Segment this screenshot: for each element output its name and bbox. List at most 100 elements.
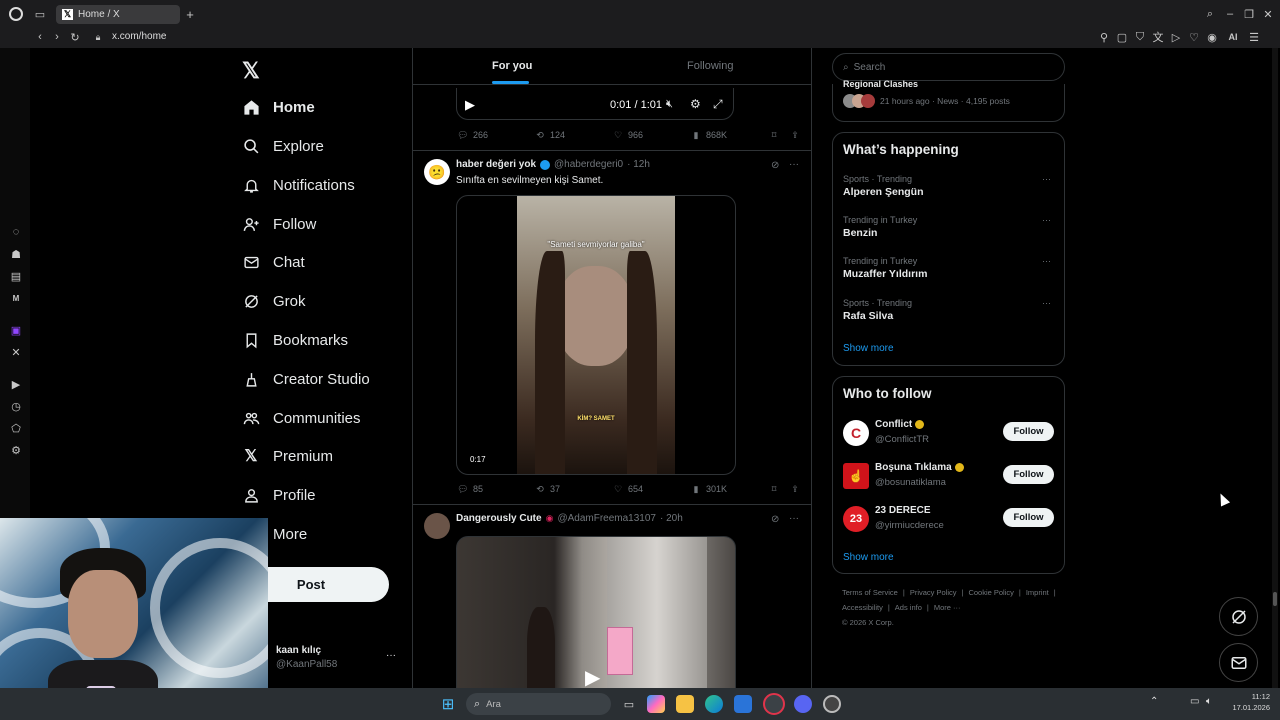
opera-taskbar-icon[interactable] [763, 693, 785, 715]
clock[interactable]: 11:12 17.01.2026 [1226, 692, 1270, 712]
avatar[interactable] [424, 513, 450, 539]
news-card[interactable]: Regional Clashes 21 hours ago · News · 4… [832, 79, 1065, 122]
author-handle[interactable]: @haberdegeri0 [554, 159, 623, 170]
trend-more-icon[interactable]: ··· [1042, 174, 1051, 184]
bookmark-action[interactable]: ⌑ [768, 129, 780, 141]
store-icon[interactable] [734, 695, 752, 713]
footer-link-cookie[interactable]: Cookie Policy [968, 588, 1013, 597]
views-action[interactable]: ▮ 868K [690, 129, 728, 141]
account-icon[interactable]: ◉ [1206, 31, 1218, 44]
new-tab-icon[interactable]: + [184, 7, 196, 22]
sidebar-twitch-icon[interactable]: ▣ [10, 324, 22, 337]
back-icon[interactable]: ‹ [34, 31, 46, 43]
maximize-icon[interactable]: ❐ [1243, 8, 1255, 21]
task-view-icon[interactable]: ▭ [620, 695, 638, 713]
tweet-haber-degeri-yok[interactable]: 😕 haber değeri yok @haberdegeri0 · 12h ⊘… [413, 151, 811, 505]
follow-button[interactable]: Follow [1003, 465, 1054, 484]
search-input[interactable]: Search [854, 62, 886, 73]
share-action[interactable]: ⇪ [789, 129, 801, 141]
video-settings-icon[interactable]: ⚙ [690, 97, 701, 111]
sidebar-settings-icon[interactable]: ⚙ [10, 444, 22, 457]
trend-item[interactable]: Sports · Trending Rafa Silva ··· [843, 298, 1056, 328]
nav-item-chat[interactable]: Chat [242, 250, 305, 274]
pin-icon[interactable]: ⚲ [1098, 31, 1110, 44]
trend-more-icon[interactable]: ··· [1042, 256, 1051, 266]
nav-item-bookmarks[interactable]: Bookmarks [242, 328, 348, 352]
tweet-media[interactable]: "Sameti sevmiyorlar galiba" KİM? SAMET 0… [456, 195, 736, 475]
share-action[interactable]: ⇪ [789, 483, 801, 495]
close-window-icon[interactable]: ✕ [1262, 8, 1274, 21]
grok-explain-icon[interactable]: ⊘ [771, 160, 779, 171]
avatar[interactable]: C [843, 420, 869, 446]
like-action[interactable]: ♡ 654 [612, 483, 643, 495]
show-more-link[interactable]: Show more [843, 343, 894, 354]
tray-chevron-icon[interactable]: ⌃ [1150, 696, 1158, 707]
follow-suggestion[interactable]: ☝ Boşuna Tıklama @bosunatiklama Follow [843, 461, 1056, 491]
ai-icon[interactable]: AI [1224, 31, 1242, 43]
mute-icon[interactable]: 🔇︎ [666, 98, 673, 111]
nav-item-profile[interactable]: Profile [242, 483, 316, 507]
footer-link-more[interactable]: More ··· [934, 603, 961, 612]
trend-more-icon[interactable]: ··· [1042, 298, 1051, 308]
play-icon[interactable]: ▶ [465, 97, 475, 113]
views-action[interactable]: ▮ 301K [690, 483, 728, 495]
sidebar-bot-icon[interactable]: ☗ [10, 248, 22, 261]
grok-float-button[interactable] [1219, 597, 1258, 636]
network-icon[interactable]: ▭ [1190, 696, 1199, 707]
scrollbar-thumb[interactable] [1273, 592, 1277, 606]
nav-item-grok[interactable]: Grok [242, 289, 306, 313]
sidebar-x-icon[interactable]: ✕ [10, 346, 22, 359]
nav-item-premium[interactable]: 𝕏 Premium [242, 444, 333, 468]
account-switcher[interactable]: kaan kılıç @KaanPall58 ··· [270, 640, 410, 674]
trend-item[interactable]: Trending in Turkey Benzin ··· [843, 215, 1056, 245]
like-action[interactable]: ♡ 966 [612, 129, 643, 141]
browser-tab-home[interactable]: 𝕏 Home / X [56, 5, 180, 24]
tab-for-you[interactable]: For you [492, 60, 532, 72]
messages-float-button[interactable] [1219, 643, 1258, 682]
follow-button[interactable]: Follow [1003, 422, 1054, 441]
trend-more-icon[interactable]: ··· [1042, 215, 1051, 225]
footer-link-privacy[interactable]: Privacy Policy [910, 588, 957, 597]
footer-link-terms[interactable]: Terms of Service [842, 588, 898, 597]
app-icon[interactable] [823, 695, 841, 713]
reply-action[interactable]: 💬︎ 266 [457, 129, 488, 141]
sidebar-history-icon[interactable]: ◷ [10, 400, 22, 413]
nav-item-explore[interactable]: Explore [242, 134, 324, 158]
taskbar-search[interactable]: ⌕ Ara [466, 693, 611, 715]
forward-icon[interactable]: › [51, 31, 63, 43]
taskbar-search-input[interactable]: Ara [486, 699, 501, 710]
translate-icon[interactable]: 文 [1152, 31, 1164, 44]
tab-following[interactable]: Following [687, 60, 733, 72]
tweet-media[interactable]: ▶ [456, 536, 736, 688]
opera-logo-icon[interactable] [9, 7, 23, 21]
footer-link-ads[interactable]: Ads info [895, 603, 922, 612]
play-icon[interactable]: ▶ [585, 665, 600, 688]
fullscreen-icon[interactable]: ⤢ [713, 97, 723, 112]
minimize-icon[interactable]: – [1224, 8, 1236, 20]
nav-item-home[interactable]: Home [242, 95, 315, 119]
send-icon[interactable]: ▷ [1170, 31, 1182, 44]
sidebar-player-icon[interactable]: ▶ [10, 378, 22, 391]
repost-action[interactable]: ⟲ 37 [534, 483, 560, 495]
sidebar-m-icon[interactable]: M [10, 292, 22, 304]
sidebar-aria-icon[interactable]: ◌ [10, 226, 22, 238]
page-scrollbar[interactable] [1272, 48, 1278, 688]
sidebar-extensions-icon[interactable]: ⬠ [10, 422, 22, 435]
edge-icon[interactable] [705, 695, 723, 713]
avatar[interactable]: 😕 [424, 159, 450, 185]
nav-item-communities[interactable]: Communities [242, 406, 361, 430]
file-explorer-icon[interactable] [676, 695, 694, 713]
footer-link-accessibility[interactable]: Accessibility [842, 603, 883, 612]
shield-icon[interactable]: ⛉ [1134, 31, 1146, 43]
follow-suggestion[interactable]: C Conflict @ConflictTR Follow [843, 418, 1056, 448]
url-field[interactable]: x.com/home [112, 31, 166, 42]
show-more-link[interactable]: Show more [843, 552, 894, 563]
trend-item[interactable]: Sports · Trending Alperen Şengün ··· [843, 174, 1056, 204]
search-tabs-icon[interactable]: ⌕ [1204, 8, 1216, 20]
follow-button[interactable]: Follow [1003, 508, 1054, 527]
author-handle[interactable]: @AdamFreema13107 [557, 513, 656, 524]
nav-item-creator-studio[interactable]: Creator Studio [242, 367, 370, 391]
grok-explain-icon[interactable]: ⊘ [771, 514, 779, 525]
tweet-time[interactable]: · 20h [660, 513, 683, 524]
reload-icon[interactable]: ↻ [69, 31, 81, 44]
